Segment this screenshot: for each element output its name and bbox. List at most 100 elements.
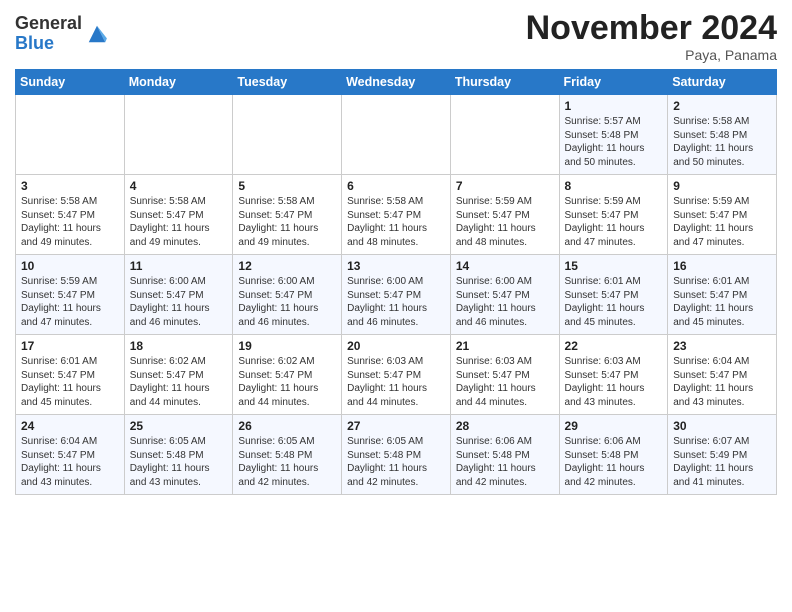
day-detail: Sunrise: 6:02 AM Sunset: 5:47 PM Dayligh… bbox=[130, 355, 228, 409]
weekday-header-tuesday: Tuesday bbox=[233, 70, 342, 95]
calendar-cell: 29Sunrise: 6:06 AM Sunset: 5:48 PM Dayli… bbox=[559, 415, 668, 495]
day-detail: Sunrise: 6:05 AM Sunset: 5:48 PM Dayligh… bbox=[130, 435, 228, 489]
logo-blue: Blue bbox=[15, 33, 54, 53]
calendar-cell: 24Sunrise: 6:04 AM Sunset: 5:47 PM Dayli… bbox=[16, 415, 125, 495]
day-detail: Sunrise: 6:04 AM Sunset: 5:47 PM Dayligh… bbox=[21, 435, 119, 489]
day-detail: Sunrise: 5:59 AM Sunset: 5:47 PM Dayligh… bbox=[565, 195, 663, 249]
calendar-cell: 30 Sunrise: 6:07 AM Sunset: 5:49 PM Dayli… bbox=[668, 415, 777, 495]
day-number: 11 bbox=[130, 259, 228, 273]
day-number: 6 bbox=[347, 179, 445, 193]
day-number: 13 bbox=[347, 259, 445, 273]
day-detail: Sunrise: 5:58 AM Sunset: 5:47 PM Dayligh… bbox=[21, 195, 119, 249]
weekday-header-friday: Friday bbox=[559, 70, 668, 95]
day-number: 27 bbox=[347, 419, 445, 433]
weekday-header-wednesday: Wednesday bbox=[342, 70, 451, 95]
calendar-cell: 11 Sunrise: 6:00 AM Sunset: 5:47 PM Dayli… bbox=[124, 255, 233, 335]
day-detail: Sunrise: 6:03 AM Sunset: 5:47 PM Dayligh… bbox=[347, 355, 445, 409]
weekday-header-monday: Monday bbox=[124, 70, 233, 95]
weekday-header-sunday: Sunday bbox=[16, 70, 125, 95]
day-detail: Sunrise: 5:58 AM Sunset: 5:47 PM Dayligh… bbox=[238, 195, 336, 249]
day-number: 9 bbox=[673, 179, 771, 193]
page-header: General Blue November 2024 Paya, Panama bbox=[15, 10, 777, 63]
calendar-cell: 1 Sunrise: 5:57 AM Sunset: 5:48 PM Daylig… bbox=[559, 95, 668, 175]
day-detail: Sunrise: 6:00 AM Sunset: 5:47 PM Dayligh… bbox=[130, 275, 228, 329]
calendar-cell: 16Sunrise: 6:01 AM Sunset: 5:47 PM Dayli… bbox=[668, 255, 777, 335]
calendar-cell: 4 Sunrise: 5:58 AM Sunset: 5:47 PM Daylig… bbox=[124, 175, 233, 255]
calendar-cell: 13 Sunrise: 6:00 AM Sunset: 5:47 PM Dayli… bbox=[342, 255, 451, 335]
day-number: 15 bbox=[565, 259, 663, 273]
calendar-cell: 12 Sunrise: 6:00 AM Sunset: 5:47 PM Dayli… bbox=[233, 255, 342, 335]
day-number: 14 bbox=[456, 259, 554, 273]
calendar-cell: 18 Sunrise: 6:02 AM Sunset: 5:47 PM Dayli… bbox=[124, 335, 233, 415]
day-number: 17 bbox=[21, 339, 119, 353]
day-number: 23 bbox=[673, 339, 771, 353]
day-detail: Sunrise: 6:02 AM Sunset: 5:47 PM Dayligh… bbox=[238, 355, 336, 409]
location: Paya, Panama bbox=[526, 47, 777, 63]
calendar-cell: 14 Sunrise: 6:00 AM Sunset: 5:47 PM Dayli… bbox=[450, 255, 559, 335]
day-number: 1 bbox=[565, 99, 663, 113]
day-number: 4 bbox=[130, 179, 228, 193]
day-number: 5 bbox=[238, 179, 336, 193]
day-detail: Sunrise: 6:00 AM Sunset: 5:47 PM Dayligh… bbox=[238, 275, 336, 329]
day-detail: Sunrise: 5:59 AM Sunset: 5:47 PM Dayligh… bbox=[673, 195, 771, 249]
day-number: 26 bbox=[238, 419, 336, 433]
calendar-cell bbox=[450, 95, 559, 175]
calendar-cell: 5 Sunrise: 5:58 AM Sunset: 5:47 PM Daylig… bbox=[233, 175, 342, 255]
day-detail: Sunrise: 6:00 AM Sunset: 5:47 PM Dayligh… bbox=[456, 275, 554, 329]
day-number: 25 bbox=[130, 419, 228, 433]
day-detail: Sunrise: 5:58 AM Sunset: 5:48 PM Dayligh… bbox=[673, 115, 771, 169]
calendar-cell: 10 Sunrise: 5:59 AM Sunset: 5:47 PM Dayli… bbox=[16, 255, 125, 335]
calendar-table: SundayMondayTuesdayWednesdayThursdayFrid… bbox=[15, 69, 777, 495]
calendar-cell: 8 Sunrise: 5:59 AM Sunset: 5:47 PM Daylig… bbox=[559, 175, 668, 255]
calendar-cell: 2 Sunrise: 5:58 AM Sunset: 5:48 PM Daylig… bbox=[668, 95, 777, 175]
day-number: 10 bbox=[21, 259, 119, 273]
day-detail: Sunrise: 6:06 AM Sunset: 5:48 PM Dayligh… bbox=[456, 435, 554, 489]
calendar-cell bbox=[233, 95, 342, 175]
day-number: 2 bbox=[673, 99, 771, 113]
day-detail: Sunrise: 6:04 AM Sunset: 5:47 PM Dayligh… bbox=[673, 355, 771, 409]
day-number: 7 bbox=[456, 179, 554, 193]
logo-icon bbox=[86, 23, 108, 45]
logo-general: General bbox=[15, 13, 82, 33]
day-number: 12 bbox=[238, 259, 336, 273]
calendar-cell: 3 Sunrise: 5:58 AM Sunset: 5:47 PM Daylig… bbox=[16, 175, 125, 255]
day-number: 22 bbox=[565, 339, 663, 353]
day-number: 18 bbox=[130, 339, 228, 353]
calendar-cell: 25 Sunrise: 6:05 AM Sunset: 5:48 PM Dayli… bbox=[124, 415, 233, 495]
day-number: 19 bbox=[238, 339, 336, 353]
calendar-cell: 22Sunrise: 6:03 AM Sunset: 5:47 PM Dayli… bbox=[559, 335, 668, 415]
day-number: 3 bbox=[21, 179, 119, 193]
day-detail: Sunrise: 6:05 AM Sunset: 5:48 PM Dayligh… bbox=[238, 435, 336, 489]
day-detail: Sunrise: 6:07 AM Sunset: 5:49 PM Dayligh… bbox=[673, 435, 771, 489]
day-number: 20 bbox=[347, 339, 445, 353]
month-title: November 2024 bbox=[526, 10, 777, 47]
title-block: November 2024 Paya, Panama bbox=[526, 10, 777, 63]
day-number: 30 bbox=[673, 419, 771, 433]
day-detail: Sunrise: 5:59 AM Sunset: 5:47 PM Dayligh… bbox=[21, 275, 119, 329]
calendar-cell: 26 Sunrise: 6:05 AM Sunset: 5:48 PM Dayli… bbox=[233, 415, 342, 495]
calendar-cell bbox=[124, 95, 233, 175]
day-detail: Sunrise: 5:57 AM Sunset: 5:48 PM Dayligh… bbox=[565, 115, 663, 169]
day-detail: Sunrise: 5:59 AM Sunset: 5:47 PM Dayligh… bbox=[456, 195, 554, 249]
day-detail: Sunrise: 6:01 AM Sunset: 5:47 PM Dayligh… bbox=[21, 355, 119, 409]
calendar-cell bbox=[342, 95, 451, 175]
logo: General Blue bbox=[15, 14, 108, 54]
calendar-cell: 15Sunrise: 6:01 AM Sunset: 5:47 PM Dayli… bbox=[559, 255, 668, 335]
weekday-header-thursday: Thursday bbox=[450, 70, 559, 95]
day-number: 21 bbox=[456, 339, 554, 353]
calendar-cell bbox=[16, 95, 125, 175]
day-number: 16 bbox=[673, 259, 771, 273]
calendar-cell: 7 Sunrise: 5:59 AM Sunset: 5:47 PM Daylig… bbox=[450, 175, 559, 255]
calendar-cell: 6 Sunrise: 5:58 AM Sunset: 5:47 PM Daylig… bbox=[342, 175, 451, 255]
day-detail: Sunrise: 5:58 AM Sunset: 5:47 PM Dayligh… bbox=[130, 195, 228, 249]
day-number: 8 bbox=[565, 179, 663, 193]
calendar-cell: 17 Sunrise: 6:01 AM Sunset: 5:47 PM Dayli… bbox=[16, 335, 125, 415]
calendar-cell: 9 Sunrise: 5:59 AM Sunset: 5:47 PM Daylig… bbox=[668, 175, 777, 255]
day-detail: Sunrise: 6:06 AM Sunset: 5:48 PM Dayligh… bbox=[565, 435, 663, 489]
day-detail: Sunrise: 6:05 AM Sunset: 5:48 PM Dayligh… bbox=[347, 435, 445, 489]
calendar-cell: 21Sunrise: 6:03 AM Sunset: 5:47 PM Dayli… bbox=[450, 335, 559, 415]
calendar-cell: 20 Sunrise: 6:03 AM Sunset: 5:47 PM Dayli… bbox=[342, 335, 451, 415]
day-detail: Sunrise: 5:58 AM Sunset: 5:47 PM Dayligh… bbox=[347, 195, 445, 249]
day-number: 28 bbox=[456, 419, 554, 433]
day-detail: Sunrise: 6:00 AM Sunset: 5:47 PM Dayligh… bbox=[347, 275, 445, 329]
